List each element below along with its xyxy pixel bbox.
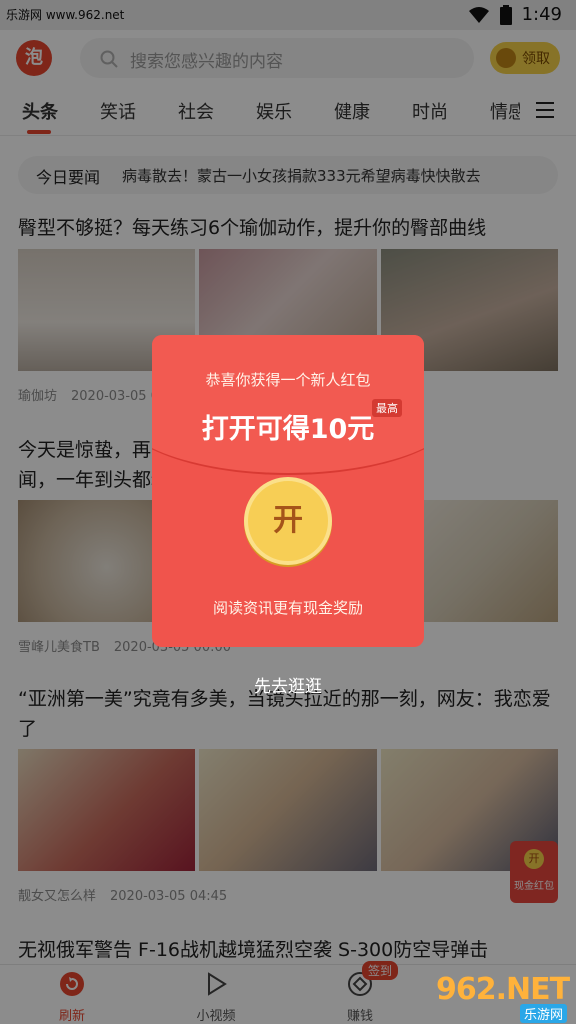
- red-packet-modal: 恭喜你获得一个新人红包 打开可得10元 最高 开 阅读资讯更有现金奖励: [152, 335, 424, 647]
- site-watermark-sub: 乐游网: [520, 1004, 568, 1023]
- packet-subtitle: 恭喜你获得一个新人红包: [205, 371, 371, 389]
- browse-first-button[interactable]: 先去逛逛: [0, 672, 576, 697]
- max-badge: 最高: [372, 399, 402, 417]
- packet-footer: 阅读资讯更有现金奖励: [212, 599, 363, 617]
- site-watermark: 962.NET 乐游网: [436, 972, 572, 1023]
- open-packet-button[interactable]: 开: [244, 477, 332, 565]
- site-watermark-main: 962.NET: [436, 972, 570, 1007]
